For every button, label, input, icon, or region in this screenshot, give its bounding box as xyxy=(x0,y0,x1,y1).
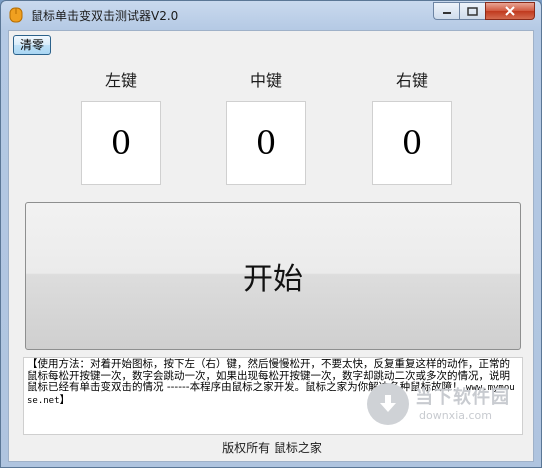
instructions-end: 】 xyxy=(59,393,71,406)
middle-button-label: 中键 xyxy=(249,71,282,90)
start-button[interactable]: 开始 xyxy=(25,202,521,350)
start-button-label: 开始 xyxy=(243,262,303,297)
right-click-counter: 0 xyxy=(372,101,452,185)
copyright-footer: 版权所有 鼠标之家 xyxy=(222,441,322,455)
left-click-counter: 0 xyxy=(81,101,161,185)
watermark: 当下软件园 downxia.com xyxy=(367,379,527,433)
middle-click-counter: 0 xyxy=(226,101,306,185)
download-arrow-icon xyxy=(367,383,409,425)
clear-button[interactable]: 清零 xyxy=(13,35,51,55)
watermark-site: downxia.com xyxy=(419,409,492,422)
close-button[interactable] xyxy=(485,2,535,20)
title-bar[interactable]: 鼠标单击变双击测试器V2.0 xyxy=(1,1,541,29)
right-button-label: 右键 xyxy=(395,71,428,90)
minimize-button[interactable] xyxy=(433,2,459,20)
maximize-icon xyxy=(467,6,478,16)
maximize-button[interactable] xyxy=(459,2,485,20)
close-icon xyxy=(505,6,515,16)
app-window: 鼠标单击变双击测试器V2.0 清零 左键 中键 右键 0 0 0 开始 【使用方… xyxy=(0,0,542,468)
watermark-name: 当下软件园 xyxy=(415,387,510,408)
window-title: 鼠标单击变双击测试器V2.0 xyxy=(31,9,179,23)
mouse-app-icon xyxy=(9,7,23,23)
left-button-label: 左键 xyxy=(104,71,137,90)
minimize-icon xyxy=(442,12,451,14)
